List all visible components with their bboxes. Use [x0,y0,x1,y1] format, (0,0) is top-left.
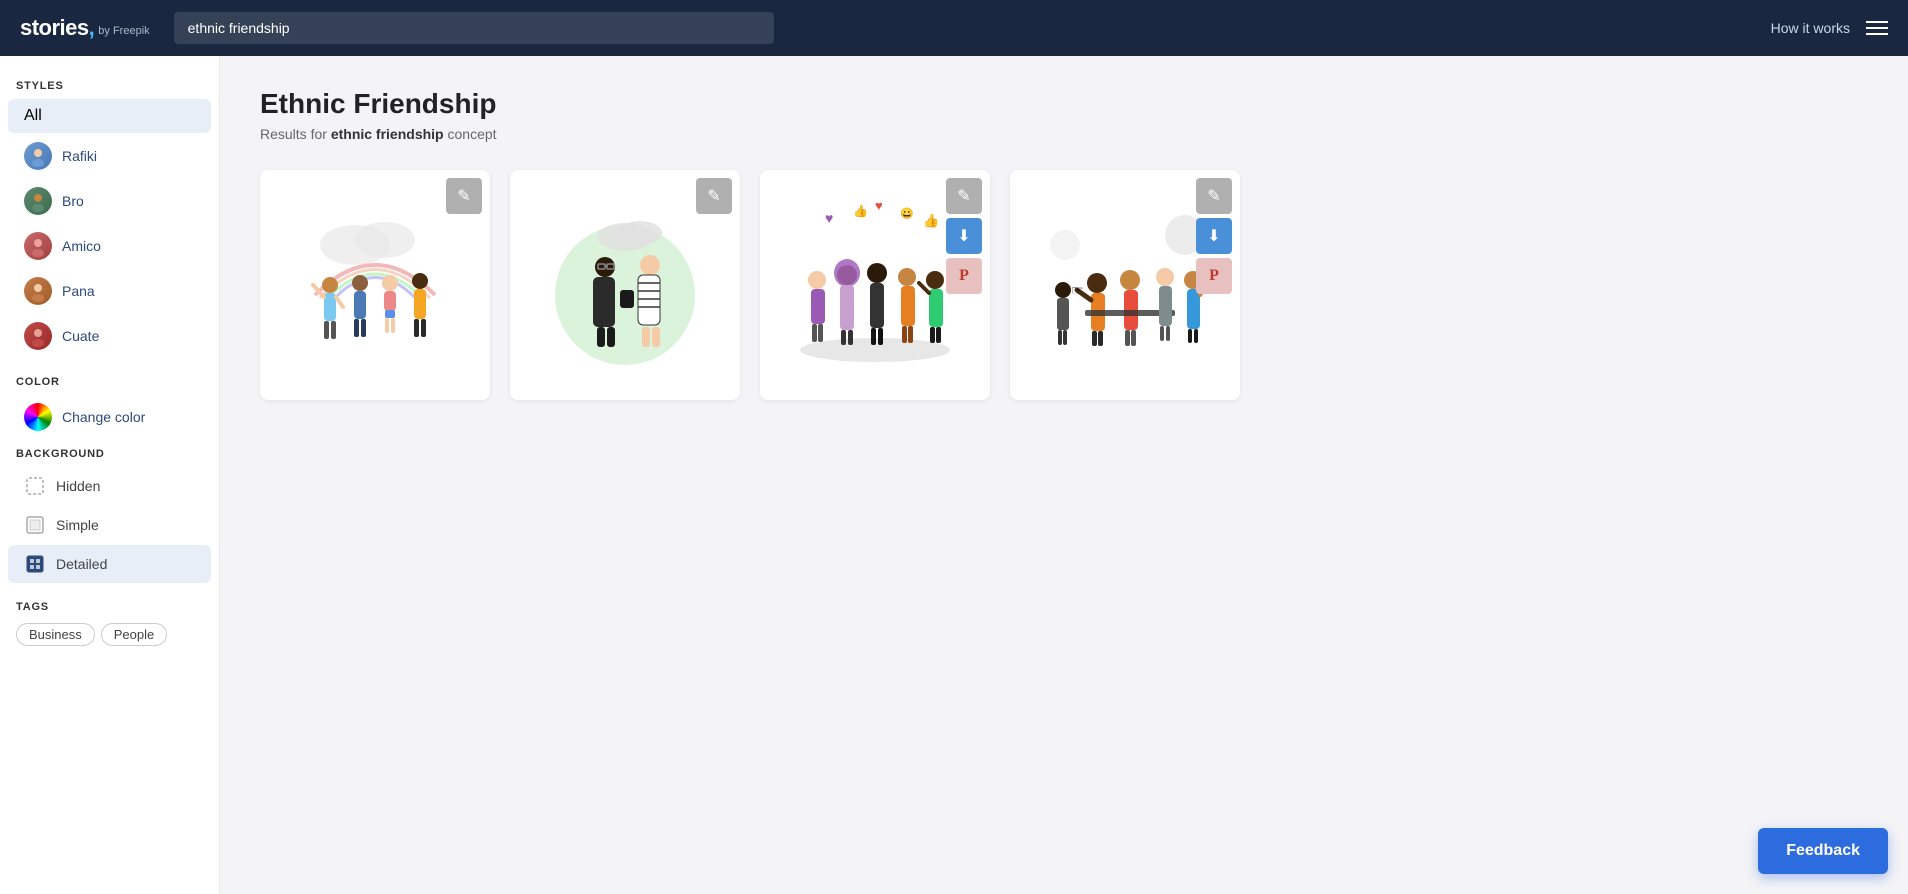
avatar-rafiki [24,142,52,170]
color-section: COLOR Change color [0,368,219,439]
card-4-actions: ✎ ⬇ P [1196,178,1232,294]
card-2-actions: ✎ [696,178,732,214]
background-section-title: BACKGROUND [0,440,219,466]
sidebar-item-simple[interactable]: Simple [8,506,211,544]
card-3-download-button[interactable]: ⬇ [946,218,982,254]
avatar-cuate [24,322,52,350]
background-section: BACKGROUND Hidden Simple [0,440,219,583]
sidebar-item-label-cuate: Cuate [62,328,99,344]
edit-icon-4: ✎ [1207,186,1220,206]
hidden-bg-icon [24,475,46,497]
color-section-title: COLOR [0,368,219,394]
tag-people[interactable]: People [101,623,167,646]
content-subtitle: Results for ethnic friendship concept [260,126,1868,142]
sidebar-item-hidden[interactable]: Hidden [8,467,211,505]
header-right: How it works [1771,20,1888,36]
sidebar-item-label-pana: Pana [62,283,95,299]
change-color-label: Change color [62,409,145,425]
card-3-pinterest-button[interactable]: P [946,258,982,294]
illustrations-grid: ✎ [260,170,1868,400]
sidebar-item-rafiki[interactable]: Rafiki [8,134,211,178]
logo-sub: by Freepik [98,25,149,37]
avatar-amico [24,232,52,260]
card-2-edit-button[interactable]: ✎ [696,178,732,214]
sidebar-item-pana[interactable]: Pana [8,269,211,313]
svg-text:😀: 😀 [900,207,914,220]
sidebar-item-all[interactable]: All [8,99,211,133]
svg-text:👍: 👍 [853,204,868,218]
subtitle-suffix: concept [444,126,497,142]
sidebar-item-amico[interactable]: Amico [8,224,211,268]
sidebar-item-label-amico: Amico [62,238,101,254]
sidebar: STYLES All Rafiki Bro [0,56,220,894]
pinterest-icon-3: P [959,267,969,285]
svg-text:👍: 👍 [923,213,939,228]
illustration-card-1[interactable]: ✎ [260,170,490,400]
simple-bg-label: Simple [56,517,99,533]
logo-dot: , [89,15,95,40]
how-it-works-link[interactable]: How it works [1771,20,1850,36]
page-title: Ethnic Friendship [260,88,1868,120]
sidebar-item-bro[interactable]: Bro [8,179,211,223]
card-4-pinterest-button[interactable]: P [1196,258,1232,294]
logo: stories, by Freepik [20,15,150,41]
tags-section: TAGS Business People [0,593,219,650]
color-wheel-icon [24,403,52,431]
card-4-edit-button[interactable]: ✎ [1196,178,1232,214]
content-area: Ethnic Friendship Results for ethnic fri… [220,56,1908,894]
edit-icon-2: ✎ [707,186,720,206]
edit-icon: ✎ [457,186,470,206]
sidebar-item-label-all: All [24,107,42,125]
menu-icon[interactable] [1866,21,1888,35]
subtitle-prefix: Results for [260,126,331,142]
subtitle-keyword: ethnic friendship [331,126,444,142]
hidden-bg-label: Hidden [56,478,100,494]
svg-text:♥: ♥ [825,210,833,226]
sidebar-item-detailed[interactable]: Detailed [8,545,211,583]
illustration-card-2[interactable]: ✎ [510,170,740,400]
illustration-2 [535,195,715,375]
tags-container: Business People [0,619,219,650]
edit-icon-3: ✎ [957,186,970,206]
main-layout: STYLES All Rafiki Bro [0,56,1908,894]
detailed-bg-icon [24,553,46,575]
illustration-4: ☞ [1035,195,1215,375]
avatar-pana [24,277,52,305]
change-color-button[interactable]: Change color [8,395,211,439]
logo-text: stories, [20,15,94,41]
illustration-card-4[interactable]: ☞ [1010,170,1240,400]
illustration-card-3[interactable]: ♥ 👍 ♥ 😀 👍 [760,170,990,400]
card-4-download-button[interactable]: ⬇ [1196,218,1232,254]
feedback-button[interactable]: Feedback [1758,828,1888,874]
sidebar-item-cuate[interactable]: Cuate [8,314,211,358]
styles-section-title: STYLES [0,72,219,98]
card-1-edit-button[interactable]: ✎ [446,178,482,214]
sidebar-item-label-rafiki: Rafiki [62,148,97,164]
svg-text:♥: ♥ [875,198,883,213]
search-input[interactable] [174,12,774,44]
sidebar-item-label-bro: Bro [62,193,84,209]
simple-bg-icon [24,514,46,536]
tags-section-title: TAGS [0,593,219,619]
download-icon-4: ⬇ [1207,226,1220,246]
card-1-actions: ✎ [446,178,482,214]
illustration-1 [285,195,465,375]
illustration-3: ♥ 👍 ♥ 😀 👍 [785,195,965,375]
detailed-bg-label: Detailed [56,556,107,572]
search-bar [174,12,774,44]
card-3-edit-button[interactable]: ✎ [946,178,982,214]
card-3-actions: ✎ ⬇ P [946,178,982,294]
svg-text:☞: ☞ [1071,282,1084,298]
download-icon-3: ⬇ [957,226,970,246]
tag-business[interactable]: Business [16,623,95,646]
avatar-bro [24,187,52,215]
pinterest-icon-4: P [1209,267,1219,285]
header: stories, by Freepik How it works [0,0,1908,56]
